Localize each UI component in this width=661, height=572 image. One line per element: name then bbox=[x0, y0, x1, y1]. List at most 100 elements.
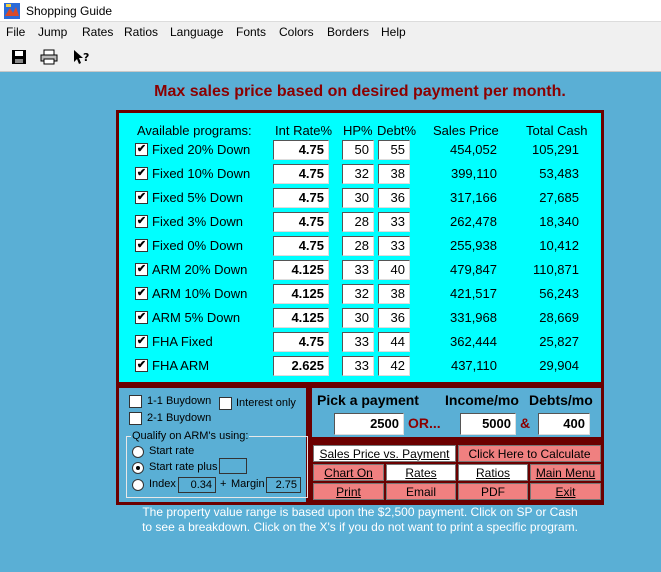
chart-on-button[interactable]: Chart On bbox=[313, 464, 384, 481]
sales-price-value[interactable]: 255,938 bbox=[419, 238, 497, 253]
start-rate-plus-radio[interactable] bbox=[132, 462, 144, 474]
total-cash-value[interactable]: 29,904 bbox=[511, 358, 579, 373]
debt-input[interactable]: 38 bbox=[378, 284, 410, 304]
calculate-button[interactable]: Click Here to Calculate bbox=[458, 445, 601, 462]
program-checkbox[interactable]: ✔ bbox=[135, 359, 148, 372]
buydown-2-1-checkbox[interactable] bbox=[129, 412, 142, 425]
debt-input[interactable]: 55 bbox=[378, 140, 410, 160]
hp-input[interactable]: 32 bbox=[342, 164, 374, 184]
hp-input[interactable]: 30 bbox=[342, 188, 374, 208]
hp-input[interactable]: 28 bbox=[342, 212, 374, 232]
debt-input[interactable]: 42 bbox=[378, 356, 410, 376]
int-rate-input[interactable]: 4.75 bbox=[273, 332, 329, 352]
int-rate-input[interactable]: 4.125 bbox=[273, 284, 329, 304]
margin-input[interactable]: 2.75 bbox=[266, 477, 301, 493]
sales-price-value[interactable]: 362,444 bbox=[419, 334, 497, 349]
email-label: Email bbox=[405, 484, 436, 499]
total-cash-value[interactable]: 28,669 bbox=[511, 310, 579, 325]
int-rate-input[interactable]: 2.625 bbox=[273, 356, 329, 376]
debt-input[interactable]: 33 bbox=[378, 236, 410, 256]
sales-price-value[interactable]: 437,110 bbox=[419, 358, 497, 373]
int-rate-input[interactable]: 4.75 bbox=[273, 212, 329, 232]
sales-price-value[interactable]: 262,478 bbox=[419, 214, 497, 229]
sales-price-value[interactable]: 399,110 bbox=[419, 166, 497, 181]
debt-input[interactable]: 38 bbox=[378, 164, 410, 184]
income-input[interactable]: 5000 bbox=[460, 413, 516, 435]
sales-vs-payment-button[interactable]: Sales Price vs. Payment bbox=[313, 445, 456, 462]
sales-price-value[interactable]: 479,847 bbox=[419, 262, 497, 277]
start-rate-plus-input[interactable] bbox=[219, 458, 247, 474]
int-rate-input[interactable]: 4.75 bbox=[273, 236, 329, 256]
debt-input[interactable]: 36 bbox=[378, 188, 410, 208]
sales-price-value[interactable]: 454,052 bbox=[419, 142, 497, 157]
total-cash-value[interactable]: 56,243 bbox=[511, 286, 579, 301]
menu-language[interactable]: Language bbox=[170, 25, 223, 39]
ratios-button[interactable]: Ratios bbox=[458, 464, 528, 481]
rates-label: Rates bbox=[405, 465, 437, 480]
save-button[interactable] bbox=[7, 46, 31, 68]
pdf-button[interactable]: PDF bbox=[458, 483, 528, 500]
debt-input[interactable]: 33 bbox=[378, 212, 410, 232]
total-cash-value[interactable]: 53,483 bbox=[511, 166, 579, 181]
hp-input[interactable]: 33 bbox=[342, 332, 374, 352]
menu-help[interactable]: Help bbox=[381, 25, 406, 39]
payment-input[interactable]: 2500 bbox=[334, 413, 404, 435]
program-checkbox[interactable]: ✔ bbox=[135, 167, 148, 180]
interest-only-checkbox[interactable] bbox=[219, 397, 232, 410]
int-rate-input[interactable]: 4.75 bbox=[273, 188, 329, 208]
menu-borders[interactable]: Borders bbox=[327, 25, 369, 39]
hp-input[interactable]: 50 bbox=[342, 140, 374, 160]
rates-button[interactable]: Rates bbox=[386, 464, 456, 481]
help-pointer-button[interactable]: ? bbox=[69, 46, 93, 68]
int-rate-input[interactable]: 4.75 bbox=[273, 140, 329, 160]
debt-input[interactable]: 44 bbox=[378, 332, 410, 352]
sales-price-value[interactable]: 331,968 bbox=[419, 310, 497, 325]
start-rate-label: Start rate bbox=[149, 445, 195, 457]
hp-input[interactable]: 33 bbox=[342, 356, 374, 376]
total-cash-value[interactable]: 25,827 bbox=[511, 334, 579, 349]
debt-input[interactable]: 40 bbox=[378, 260, 410, 280]
hp-input[interactable]: 28 bbox=[342, 236, 374, 256]
index-input[interactable]: 0.34 bbox=[178, 477, 216, 493]
total-cash-value[interactable]: 105,291 bbox=[511, 142, 579, 157]
start-rate-radio[interactable] bbox=[132, 446, 144, 458]
program-checkbox[interactable]: ✔ bbox=[135, 215, 148, 228]
sales-price-value[interactable]: 317,166 bbox=[419, 190, 497, 205]
index-radio[interactable] bbox=[132, 479, 144, 491]
print-toolbar-button[interactable] bbox=[37, 46, 61, 68]
menu-file[interactable]: File bbox=[6, 25, 25, 39]
program-checkbox[interactable]: ✔ bbox=[135, 311, 148, 324]
menu-fonts[interactable]: Fonts bbox=[236, 25, 266, 39]
int-rate-input[interactable]: 4.125 bbox=[273, 260, 329, 280]
int-rate-input[interactable]: 4.75 bbox=[273, 164, 329, 184]
debt-input[interactable]: 36 bbox=[378, 308, 410, 328]
program-name: ARM 5% Down bbox=[152, 310, 241, 325]
program-checkbox[interactable]: ✔ bbox=[135, 143, 148, 156]
total-cash-value[interactable]: 10,412 bbox=[511, 238, 579, 253]
menu-jump[interactable]: Jump bbox=[38, 25, 67, 39]
program-checkbox[interactable]: ✔ bbox=[135, 335, 148, 348]
menu-ratios[interactable]: Ratios bbox=[124, 25, 158, 39]
total-cash-value[interactable]: 18,340 bbox=[511, 214, 579, 229]
print-button[interactable]: Print bbox=[313, 483, 384, 500]
hp-input[interactable]: 30 bbox=[342, 308, 374, 328]
main-menu-button[interactable]: Main Menu bbox=[530, 464, 601, 481]
program-checkbox[interactable]: ✔ bbox=[135, 263, 148, 276]
header-hp: HP% bbox=[343, 123, 373, 138]
total-cash-value[interactable]: 27,685 bbox=[511, 190, 579, 205]
program-checkbox[interactable]: ✔ bbox=[135, 191, 148, 204]
exit-button[interactable]: Exit bbox=[530, 483, 601, 500]
hp-input[interactable]: 32 bbox=[342, 284, 374, 304]
int-rate-input[interactable]: 4.125 bbox=[273, 308, 329, 328]
menu-rates[interactable]: Rates bbox=[82, 25, 113, 39]
total-cash-value[interactable]: 110,871 bbox=[511, 262, 579, 277]
email-button[interactable]: Email bbox=[386, 483, 456, 500]
debts-input[interactable]: 400 bbox=[538, 413, 590, 435]
buydown-1-1-checkbox[interactable] bbox=[129, 395, 142, 408]
menu-colors[interactable]: Colors bbox=[279, 25, 314, 39]
program-checkbox[interactable]: ✔ bbox=[135, 287, 148, 300]
program-checkbox[interactable]: ✔ bbox=[135, 239, 148, 252]
payment-panel: Pick a payment Income/mo Debts/mo 2500 O… bbox=[309, 385, 604, 440]
sales-price-value[interactable]: 421,517 bbox=[419, 286, 497, 301]
hp-input[interactable]: 33 bbox=[342, 260, 374, 280]
